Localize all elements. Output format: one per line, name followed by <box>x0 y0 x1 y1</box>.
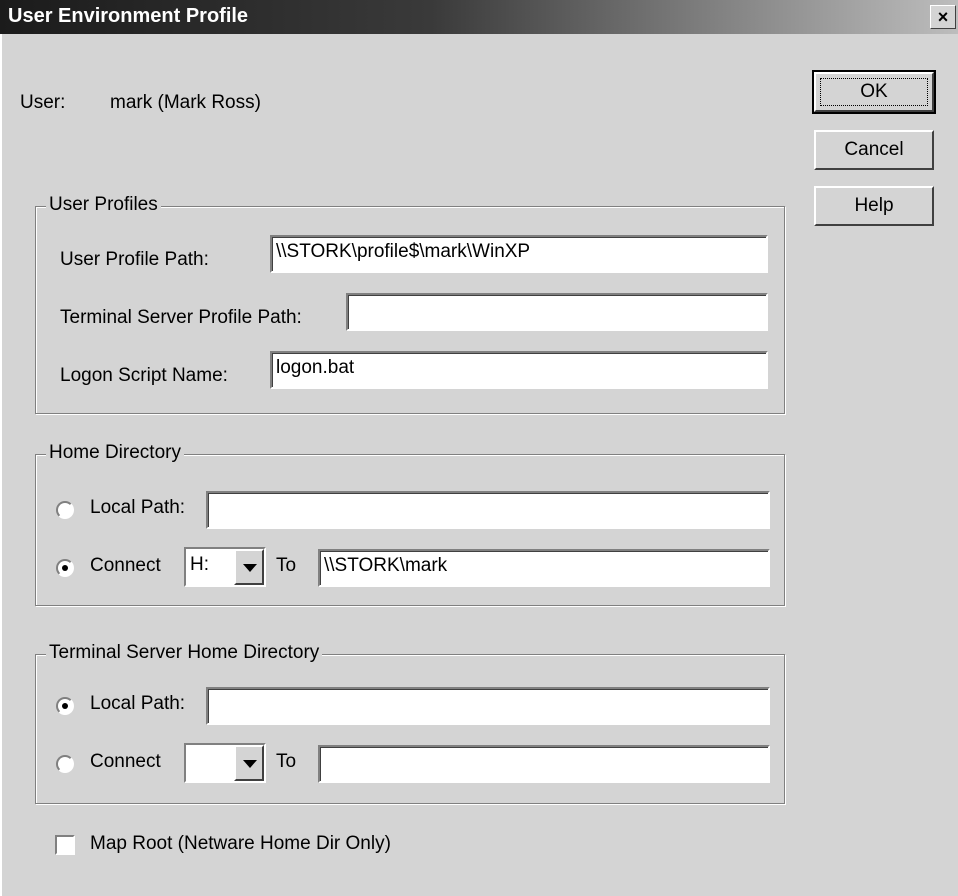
user-label: User: <box>20 92 66 113</box>
home-drive-value: H: <box>190 554 209 575</box>
home-directory-legend: Home Directory <box>46 442 184 464</box>
focus-rect <box>820 78 928 106</box>
ts-home-directory-legend: Terminal Server Home Directory <box>46 642 323 664</box>
ts-to-label: To <box>276 751 297 772</box>
home-connect-label: Connect <box>90 555 161 576</box>
ts-local-path-radio[interactable] <box>56 697 74 715</box>
map-root-checkbox[interactable] <box>55 835 75 855</box>
home-drive-select[interactable]: H: <box>184 547 266 587</box>
user-profile-path-input[interactable]: \\STORK\profile$\mark\WinXP <box>270 235 768 273</box>
ts-connect-label: Connect <box>90 751 161 772</box>
ts-local-path-label: Local Path: <box>90 693 186 714</box>
chevron-down-icon[interactable] <box>234 549 264 585</box>
logon-script-label: Logon Script Name: <box>60 365 228 386</box>
ts-profile-path-label: Terminal Server Profile Path: <box>60 307 302 328</box>
cancel-button[interactable]: Cancel <box>814 130 934 170</box>
user-profiles-group: User Profiles User Profile Path: \\STORK… <box>35 194 785 414</box>
ts-connect-radio[interactable] <box>56 755 74 773</box>
help-button[interactable]: Help <box>814 186 934 226</box>
window-title: User Environment Profile <box>8 5 249 27</box>
ts-profile-path-input[interactable] <box>346 293 768 331</box>
home-directory-group: Home Directory Local Path: Connect H: To… <box>35 442 785 606</box>
close-icon: × <box>937 7 949 27</box>
chevron-down-icon[interactable] <box>234 745 264 781</box>
home-to-label: To <box>276 555 297 576</box>
title-bar: User Environment Profile × <box>0 0 958 34</box>
ts-home-directory-group: Terminal Server Home Directory Local Pat… <box>35 642 785 804</box>
home-local-path-radio[interactable] <box>56 501 74 519</box>
cancel-button-label: Cancel <box>844 139 904 160</box>
close-button[interactable]: × <box>930 5 956 29</box>
ok-button[interactable]: OK <box>812 70 936 114</box>
ts-local-path-input[interactable] <box>206 687 770 725</box>
map-root-label: Map Root (Netware Home Dir Only) <box>90 833 391 854</box>
home-connect-path-input[interactable]: \\STORK\mark <box>318 549 770 587</box>
dialog-body: User: mark (Mark Ross) OK Cancel Help Us… <box>0 34 958 896</box>
ts-connect-path-input[interactable] <box>318 745 770 783</box>
help-button-label: Help <box>854 195 894 216</box>
user-profile-path-label: User Profile Path: <box>60 249 209 270</box>
home-local-path-input[interactable] <box>206 491 770 529</box>
home-local-path-label: Local Path: <box>90 497 186 518</box>
ts-drive-select[interactable] <box>184 743 266 783</box>
home-connect-radio[interactable] <box>56 559 74 577</box>
user-value: mark (Mark Ross) <box>110 92 261 113</box>
logon-script-input[interactable]: logon.bat <box>270 351 768 389</box>
user-profiles-legend: User Profiles <box>46 194 161 216</box>
